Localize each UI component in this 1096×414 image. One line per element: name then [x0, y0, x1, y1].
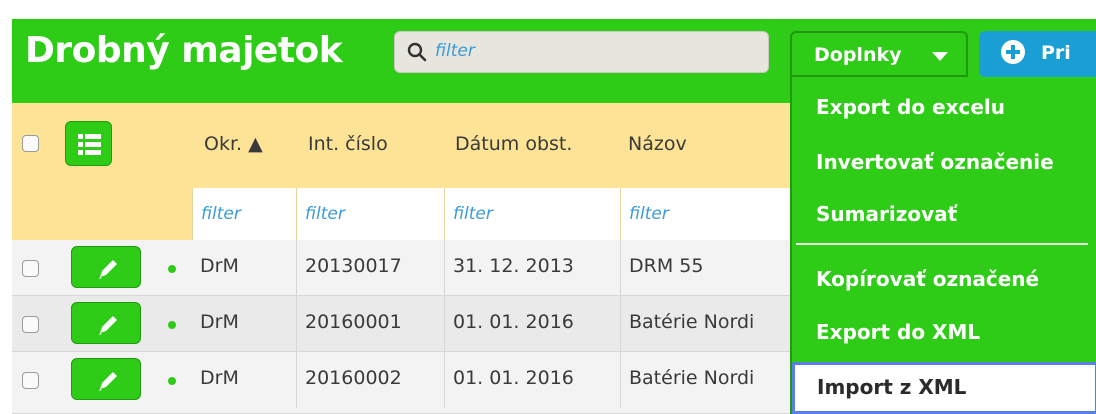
- doplnky-label: Doplnky: [814, 44, 902, 66]
- cell-nazov: DRM 55: [620, 240, 800, 296]
- list-icon: [78, 134, 101, 155]
- status-dot: [168, 321, 176, 329]
- filter-input-okr[interactable]: filter: [192, 188, 296, 240]
- add-button[interactable]: Pri: [979, 31, 1096, 77]
- cell-int-cislo: 20160001: [296, 296, 444, 352]
- status-dot: [168, 377, 176, 385]
- plus-circle-icon: [1001, 40, 1025, 64]
- select-all-checkbox[interactable]: [22, 135, 39, 152]
- row-checkbox[interactable]: [22, 372, 39, 389]
- page-title: Drobný majetok: [25, 30, 343, 71]
- menu-item-export-xml[interactable]: Export do XML: [816, 320, 980, 344]
- pencil-icon: [99, 316, 117, 335]
- menu-item-invertovat[interactable]: Invertovať označenie: [816, 150, 1054, 174]
- caret-down-icon: [932, 52, 948, 61]
- menu-item-export-excel[interactable]: Export do excelu: [816, 95, 1005, 119]
- cell-int-cislo: 20160002: [296, 352, 444, 408]
- search-placeholder: filter: [435, 41, 475, 61]
- search-icon: [407, 42, 427, 62]
- edit-button[interactable]: [71, 358, 141, 400]
- cell-nazov: Batérie Nordi: [620, 352, 800, 408]
- cell-nazov: Batérie Nordi: [620, 296, 800, 352]
- row-checkbox[interactable]: [22, 316, 39, 333]
- doplnky-dropdown-button[interactable]: Doplnky: [790, 31, 968, 77]
- menu-item-import-xml[interactable]: Import z XML: [792, 362, 1096, 414]
- column-header-datum-obst[interactable]: Dátum obst.: [455, 133, 572, 155]
- menu-divider: [796, 243, 1088, 245]
- column-settings-button[interactable]: [65, 121, 112, 166]
- column-header-int-cislo[interactable]: Int. číslo: [308, 133, 388, 155]
- cell-datum: 01. 01. 2016: [444, 352, 620, 408]
- row-checkbox[interactable]: [22, 260, 39, 277]
- filter-input-nazov[interactable]: filter: [620, 188, 796, 240]
- menu-item-sumarizovat[interactable]: Sumarizovať: [816, 202, 957, 226]
- edit-button[interactable]: [71, 302, 141, 344]
- filter-input-int-cislo[interactable]: filter: [296, 188, 444, 240]
- cell-int-cislo: 20130017: [296, 240, 444, 296]
- edit-button[interactable]: [71, 246, 141, 288]
- pencil-icon: [99, 372, 117, 391]
- cell-datum: 31. 12. 2013: [444, 240, 620, 296]
- column-header-nazov[interactable]: Názov: [628, 133, 687, 155]
- cell-datum: 01. 01. 2016: [444, 296, 620, 352]
- cell-okr: DrM: [200, 367, 239, 389]
- doplnky-menu: Export do excelu Invertovať označenie Su…: [790, 77, 1096, 414]
- search-input[interactable]: filter: [394, 31, 769, 73]
- cell-okr: DrM: [200, 311, 239, 333]
- column-header-okr[interactable]: Okr. ▲: [204, 133, 263, 155]
- add-button-label: Pri: [1041, 42, 1071, 64]
- status-dot: [168, 265, 176, 273]
- menu-item-kopirovat[interactable]: Kopírovať označené: [816, 267, 1039, 291]
- cell-okr: DrM: [200, 255, 239, 277]
- pencil-icon: [99, 260, 117, 279]
- filter-input-datum[interactable]: filter: [444, 188, 620, 240]
